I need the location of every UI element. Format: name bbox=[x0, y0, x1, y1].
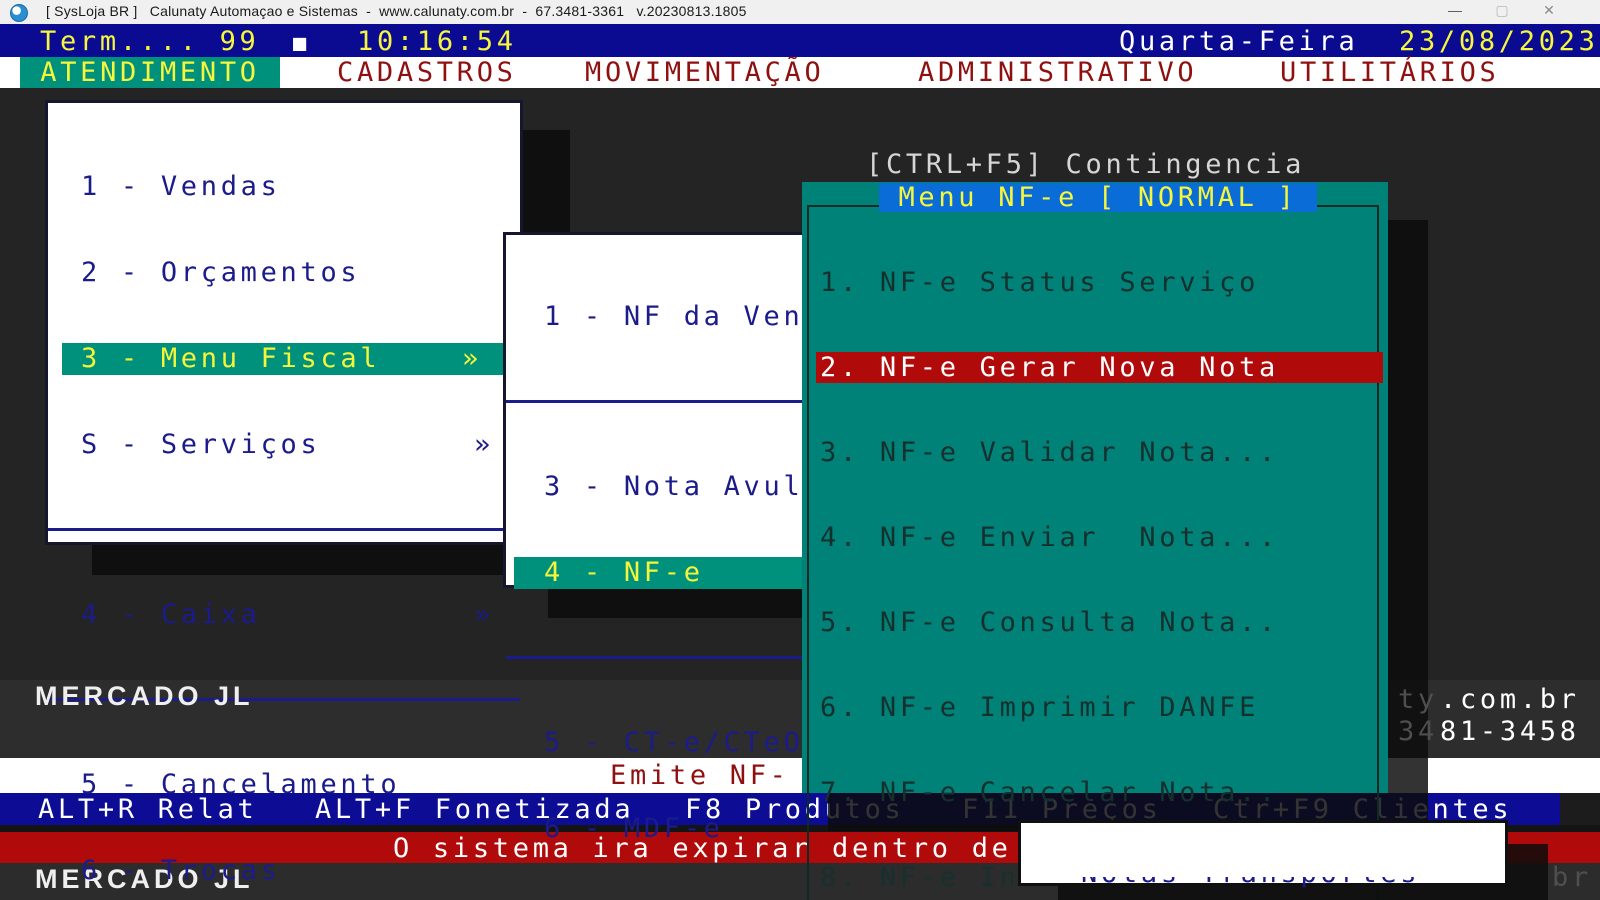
envio-partial-text: Notas Transportes bbox=[1081, 877, 1420, 887]
url-fragment: .com.br bbox=[1440, 686, 1580, 713]
nfe-menu-title: Menu NF-e [ NORMAL ] bbox=[879, 183, 1317, 212]
maximize-button[interactable]: ▢ bbox=[1487, 2, 1517, 19]
envio-popup: Notas Transportes E - Envio Mov Entrada bbox=[1018, 820, 1508, 886]
nfe-item-cancelar-nota[interactable]: 7. NF-e Cancelar Nota.. bbox=[802, 777, 1388, 808]
menu-item-vendas[interactable]: 1 - Vendas bbox=[48, 171, 520, 203]
menu-separator bbox=[48, 515, 520, 545]
menu-item-trocas[interactable]: 6 - Trocas bbox=[48, 855, 520, 887]
menu-item-menu-fiscal[interactable]: 3 - Menu Fiscal» bbox=[62, 343, 508, 375]
submenu-arrow-icon: » bbox=[474, 599, 494, 631]
nfe-menu-items: 1. NF-e Status Serviço 2. NF-e Gerar Nov… bbox=[802, 213, 1388, 900]
status-indicator: ■ bbox=[293, 27, 310, 60]
url-fragment-dim: ty bbox=[1398, 686, 1438, 713]
nfe-menu-panel: Menu NF-e [ NORMAL ] 1. NF-e Status Serv… bbox=[802, 182, 1388, 793]
phone-fragment-dim: 34 bbox=[1398, 718, 1438, 745]
date: 23/08/2023 bbox=[1399, 27, 1599, 57]
atendimento-dropdown: 1 - Vendas 2 - Orçamentos 3 - Menu Fisca… bbox=[45, 100, 523, 545]
nfe-item-imprimir-danfe[interactable]: 6. NF-e Imprimir DANFE bbox=[802, 692, 1388, 723]
menu-item-orcamentos[interactable]: 2 - Orçamentos bbox=[48, 257, 520, 289]
weekday: Quarta-Feira bbox=[1119, 27, 1358, 57]
menubar-utilitarios[interactable]: UTILITÁRIOS bbox=[1280, 58, 1500, 88]
menubar-cadastros[interactable]: CADASTROS bbox=[337, 58, 517, 88]
terminal-screen: Emite NF- ALT+R Relat ALT+F Fonetizada F… bbox=[0, 0, 1600, 900]
nfe-item-enviar-nota[interactable]: 4. NF-e Enviar Nota... bbox=[802, 522, 1388, 553]
envio-partial-row: Notas Transportes bbox=[1021, 877, 1505, 888]
store-name: MERCADO JL bbox=[35, 681, 254, 712]
nfe-item-gerar-nova-nota[interactable]: 2. NF-e Gerar Nova Nota bbox=[816, 352, 1383, 383]
minimize-button[interactable]: — bbox=[1440, 2, 1470, 18]
contingencia-hint: [CTRL+F5] Contingencia bbox=[866, 151, 1305, 178]
submenu-arrow-icon: » bbox=[474, 429, 494, 461]
window-title: [ SysLoja BR ] Calunaty Automaçao e Sist… bbox=[46, 3, 747, 19]
submenu-arrow-icon: » bbox=[462, 343, 482, 375]
clock: 10:16:54 bbox=[357, 27, 517, 57]
menubar-atendimento[interactable]: ATENDIMENTO bbox=[20, 57, 280, 88]
terminal-number: Term.... 99 bbox=[40, 27, 260, 57]
phone-fragment: 81-3458 bbox=[1440, 718, 1580, 745]
app-icon bbox=[10, 4, 28, 22]
close-button[interactable]: ✕ bbox=[1534, 2, 1564, 19]
menu-item-caixa[interactable]: 4 - Caixa» bbox=[48, 599, 520, 631]
menubar-administrativo[interactable]: ADMINISTRATIVO bbox=[918, 58, 1197, 88]
nfe-item-status-servico[interactable]: 1. NF-e Status Serviço bbox=[802, 267, 1388, 298]
menu-item-servicos[interactable]: S - Serviços» bbox=[48, 429, 520, 461]
nfe-item-consulta-nota[interactable]: 5. NF-e Consulta Nota.. bbox=[802, 607, 1388, 638]
br-fragment: br bbox=[1552, 864, 1592, 891]
nfe-item-validar-nota[interactable]: 3. NF-e Validar Nota... bbox=[802, 437, 1388, 468]
menu-item-cancelamento[interactable]: 5 - Cancelamento bbox=[48, 769, 520, 801]
menubar-movimentacao[interactable]: MOVIMENTAÇÃO bbox=[585, 58, 824, 88]
